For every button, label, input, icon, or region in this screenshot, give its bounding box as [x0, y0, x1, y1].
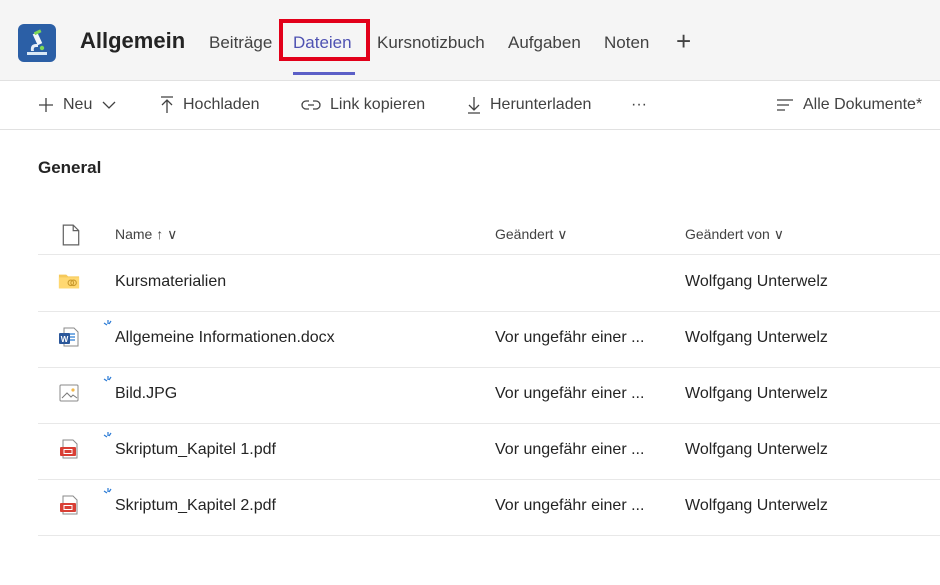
chevron-down-icon — [102, 101, 116, 109]
modified-date: Vor ungefähr einer ... — [495, 441, 645, 458]
column-modified-by[interactable]: Geändert von ∨ — [685, 226, 784, 243]
link-icon — [301, 100, 321, 110]
tab-aufgaben[interactable]: Aufgaben — [508, 33, 581, 53]
word-icon: W — [59, 327, 79, 347]
upload-button[interactable]: Hochladen — [160, 96, 260, 114]
upload-label: Hochladen — [183, 96, 260, 113]
file-name[interactable]: Bild.JPG — [115, 385, 177, 403]
file-name[interactable]: Kursmaterialien — [115, 273, 226, 291]
image-icon — [59, 384, 79, 402]
download-label: Herunterladen — [490, 96, 592, 113]
view-selector[interactable]: Alle Dokumente* — [776, 96, 922, 114]
table-row[interactable]: Kursmaterialien Wolfgang Unterwelz — [38, 255, 940, 312]
download-button[interactable]: Herunterladen — [467, 96, 591, 114]
modified-by: Wolfgang Unterwelz — [685, 273, 828, 290]
pdf-icon — [60, 495, 78, 515]
table-row[interactable]: W Allgemeine Informationen.docx Vor unge… — [38, 311, 940, 368]
view-label: Alle Dokumente* — [803, 96, 923, 113]
file-name[interactable]: Allgemeine Informationen.docx — [115, 329, 335, 347]
new-file-indicator-icon — [103, 488, 112, 494]
svg-text:W: W — [61, 335, 69, 344]
column-modified[interactable]: Geändert ∨ — [495, 226, 568, 243]
modified-by: Wolfgang Unterwelz — [685, 329, 828, 346]
table-row[interactable]: Skriptum_Kapitel 1.pdf Vor ungefähr eine… — [38, 423, 940, 480]
table-row[interactable]: Skriptum_Kapitel 2.pdf Vor ungefähr eine… — [38, 479, 940, 536]
tab-kursnotizbuch[interactable]: Kursnotizbuch — [377, 33, 485, 53]
add-tab-button[interactable]: + — [676, 28, 691, 54]
modified-date: Vor ungefähr einer ... — [495, 329, 645, 346]
modified-by: Wolfgang Unterwelz — [685, 497, 828, 514]
file-type-icon[interactable] — [60, 224, 82, 246]
upload-icon — [161, 96, 173, 113]
tab-beitraege[interactable]: Beiträge — [209, 33, 272, 53]
new-file-indicator-icon — [103, 320, 112, 326]
microscope-icon — [27, 29, 47, 55]
plus-icon — [39, 98, 53, 112]
active-tab-indicator — [293, 72, 355, 75]
new-button[interactable]: Neu — [38, 96, 116, 114]
tab-noten[interactable]: Noten — [604, 33, 649, 53]
highlight-annotation — [279, 19, 370, 61]
download-icon — [468, 97, 480, 114]
table-row[interactable]: Bild.JPG Vor ungefähr einer ... Wolfgang… — [38, 367, 940, 424]
team-avatar[interactable] — [18, 24, 56, 62]
new-file-indicator-icon — [103, 376, 112, 382]
modified-by: Wolfgang Unterwelz — [685, 385, 828, 402]
team-header: Allgemein Beiträge Dateien Kursnotizbuch… — [0, 0, 940, 81]
table-header: Name ↑ ∨ Geändert ∨ Geändert von ∨ — [38, 212, 940, 255]
new-label: Neu — [63, 96, 93, 113]
library-title: General — [38, 158, 102, 177]
modified-by: Wolfgang Unterwelz — [685, 441, 828, 458]
team-name: Allgemein — [80, 28, 186, 53]
pdf-icon — [60, 439, 78, 459]
copy-link-label: Link kopieren — [330, 96, 426, 113]
copy-link-button[interactable]: Link kopieren — [301, 96, 425, 114]
file-name[interactable]: Skriptum_Kapitel 2.pdf — [115, 497, 276, 515]
file-name[interactable]: Skriptum_Kapitel 1.pdf — [115, 441, 276, 459]
folder-icon — [58, 274, 80, 289]
view-options-icon — [777, 99, 793, 111]
new-file-indicator-icon — [103, 432, 112, 438]
command-bar: Neu Hochladen Link kopieren Herunterlade… — [0, 81, 940, 130]
more-options-button[interactable]: ··· — [631, 96, 647, 114]
modified-date: Vor ungefähr einer ... — [495, 497, 645, 514]
modified-date: Vor ungefähr einer ... — [495, 385, 645, 402]
column-name[interactable]: Name ↑ ∨ — [115, 226, 177, 243]
